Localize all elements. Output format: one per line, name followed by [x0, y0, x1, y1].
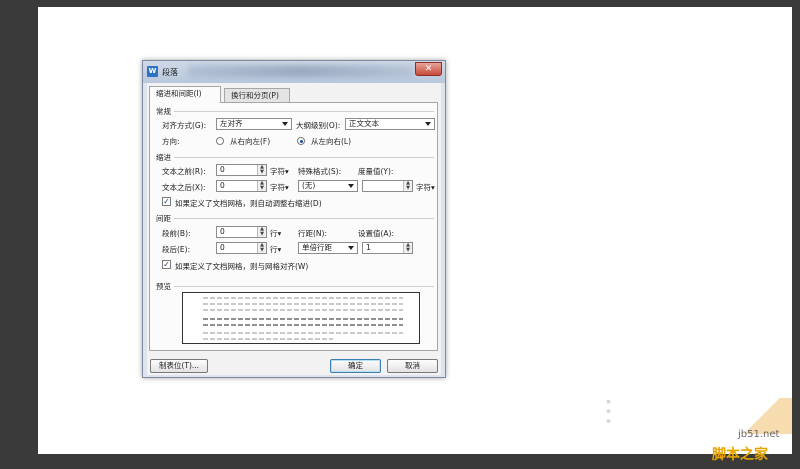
preview-line: [203, 324, 403, 326]
cancel-button[interactable]: 取消: [387, 359, 438, 373]
chevron-down-icon: [348, 184, 354, 188]
snap-grid-label[interactable]: 如果定义了文档网格，则与网格对齐(W): [175, 261, 308, 272]
align-label: 对齐方式(G):: [162, 121, 207, 130]
auto-indent-grid-checkbox[interactable]: ✓: [162, 197, 171, 206]
space-after-spinner[interactable]: 0 ▲ ▼: [216, 242, 267, 254]
preview-line: [203, 309, 403, 311]
tab-panel: 常规 对齐方式(G): 左对齐 大纲级别(O): 正文文本 方向: 从右向左(F…: [149, 102, 438, 351]
outline-level-value: 正文文本: [349, 119, 379, 128]
spinner-arrows-icon[interactable]: ▲ ▼: [257, 243, 266, 253]
watermark-site: jb51.net: [738, 429, 780, 440]
window-frame-left: [0, 0, 38, 469]
divider: [174, 286, 434, 287]
preview-line: [203, 332, 403, 334]
indent-after-spinner[interactable]: 0 ▲ ▼: [216, 180, 267, 192]
special-format-label: 特殊格式(S):: [298, 167, 342, 176]
window-frame-right: [792, 0, 800, 469]
indent-after-value: 0: [220, 181, 225, 190]
wps-writer-icon: W: [147, 66, 158, 77]
ltr-label[interactable]: 从左向右(L): [311, 136, 351, 147]
window-frame-bottom: [0, 454, 800, 469]
align-select-value: 左对齐: [220, 119, 243, 128]
tab-indent-spacing[interactable]: 缩进和间距(I): [149, 86, 221, 103]
preview-box: [182, 292, 420, 344]
measure-spinner[interactable]: ▲ ▼: [362, 180, 413, 192]
auto-indent-grid-label[interactable]: 如果定义了文档网格，则自动调整右缩进(D): [175, 198, 322, 209]
measure-unit[interactable]: 字符▾: [416, 182, 435, 193]
spinner-arrows-icon[interactable]: ▲ ▼: [257, 181, 266, 191]
faint-background-glyph: ⫶: [604, 394, 613, 434]
chevron-down-icon: [348, 246, 354, 250]
rtl-label[interactable]: 从右向左(F): [230, 136, 270, 147]
divider: [174, 157, 434, 158]
special-format-select[interactable]: (无): [298, 180, 358, 192]
preview-line: [203, 338, 333, 340]
setting-value: 1: [366, 243, 371, 252]
space-before-unit[interactable]: 行▾: [270, 228, 281, 239]
preview-line: [203, 318, 403, 320]
section-preview-heading: 预览: [156, 282, 171, 291]
tab-stops-button[interactable]: 制表位(T)...: [150, 359, 208, 373]
spinner-arrows-icon[interactable]: ▲ ▼: [257, 165, 266, 175]
space-after-value: 0: [220, 243, 225, 252]
watermark-name: 脚本之家: [712, 447, 768, 463]
snap-grid-checkbox[interactable]: ✓: [162, 260, 171, 269]
window-frame-top: [0, 0, 800, 7]
divider: [174, 111, 434, 112]
tab-line-page-breaks[interactable]: 换行和分页(P): [224, 88, 290, 102]
spinner-arrows-icon[interactable]: ▲ ▼: [403, 181, 412, 191]
ltr-radio[interactable]: [297, 137, 305, 145]
space-before-label: 段前(B):: [162, 229, 191, 238]
preview-line: [203, 303, 403, 305]
divider: [174, 218, 434, 219]
outline-level-select[interactable]: 正文文本: [345, 118, 435, 130]
dialog-client: 缩进和间距(I) 换行和分页(P) 常规 对齐方式(G): 左对齐 大纲级别(O…: [147, 83, 441, 375]
section-general-heading: 常规: [156, 107, 171, 116]
outline-level-label: 大纲级别(O):: [296, 121, 341, 130]
titlebar-blurred-area: [188, 65, 413, 77]
indent-before-unit[interactable]: 字符▾: [270, 166, 289, 177]
paragraph-dialog: W 段落 ✕ 缩进和间距(I) 换行和分页(P) 常规 对齐方式(G): 左对齐…: [142, 60, 446, 378]
line-spacing-select[interactable]: 单倍行距: [298, 242, 358, 254]
chevron-down-icon: [282, 122, 288, 126]
preview-line: [203, 297, 403, 299]
measure-label: 度量值(Y):: [358, 167, 394, 176]
chevron-down-icon: [425, 122, 431, 126]
indent-before-value: 0: [220, 165, 225, 174]
direction-label: 方向:: [162, 137, 180, 146]
section-indent-heading: 缩进: [156, 153, 171, 162]
section-spacing-heading: 间距: [156, 214, 171, 223]
line-spacing-value: 单倍行距: [302, 243, 332, 252]
setting-value-spinner[interactable]: 1 ▲ ▼: [362, 242, 413, 254]
indent-before-label: 文本之前(R):: [162, 167, 206, 176]
space-before-spinner[interactable]: 0 ▲ ▼: [216, 226, 267, 238]
space-after-unit[interactable]: 行▾: [270, 244, 281, 255]
dialog-title: 段落: [162, 68, 178, 77]
indent-after-label: 文本之后(X):: [162, 183, 206, 192]
line-spacing-label: 行距(N):: [298, 229, 327, 238]
space-after-label: 段后(E):: [162, 245, 191, 254]
align-select[interactable]: 左对齐: [216, 118, 292, 130]
close-button[interactable]: ✕: [415, 62, 442, 76]
indent-after-unit[interactable]: 字符▾: [270, 182, 289, 193]
space-before-value: 0: [220, 227, 225, 236]
ok-button[interactable]: 确定: [330, 359, 381, 373]
dialog-titlebar[interactable]: W 段落 ✕: [143, 61, 445, 83]
spinner-arrows-icon[interactable]: ▲ ▼: [257, 227, 266, 237]
setting-value-label: 设置值(A):: [358, 229, 395, 238]
special-format-value: (无): [302, 181, 316, 190]
rtl-radio[interactable]: [216, 137, 224, 145]
indent-before-spinner[interactable]: 0 ▲ ▼: [216, 164, 267, 176]
spinner-arrows-icon[interactable]: ▲ ▼: [403, 243, 412, 253]
